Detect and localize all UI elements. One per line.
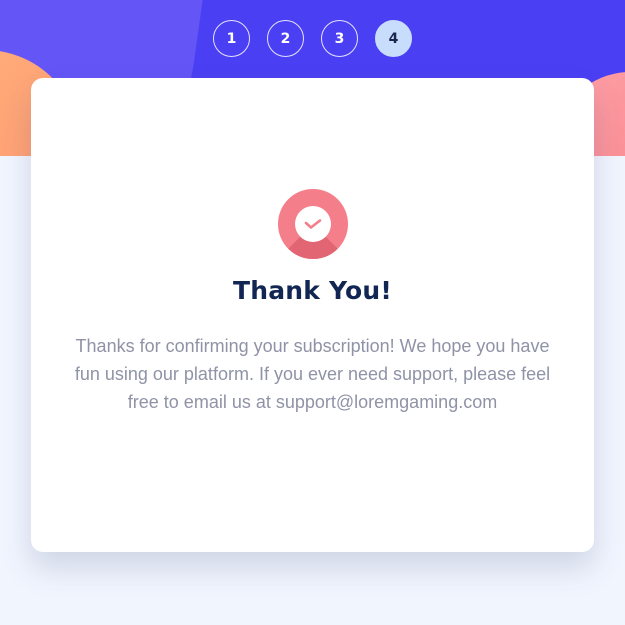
confirmation-message: Thanks for confirming your subscription!…: [74, 336, 551, 412]
step-3[interactable]: 3: [321, 20, 358, 57]
thank-you-title: Thank You!: [232, 276, 393, 305]
step-indicator: 1 2 3 4: [0, 20, 625, 57]
confirmation-card: Thank You! Thanks for confirming your su…: [31, 78, 594, 552]
step-2[interactable]: 2: [267, 20, 304, 57]
check-inner-circle: [295, 206, 331, 242]
check-circle-icon: [278, 189, 348, 259]
step-1[interactable]: 1: [213, 20, 250, 57]
step-4-active[interactable]: 4: [375, 20, 412, 57]
checkmark-icon: [304, 219, 322, 229]
